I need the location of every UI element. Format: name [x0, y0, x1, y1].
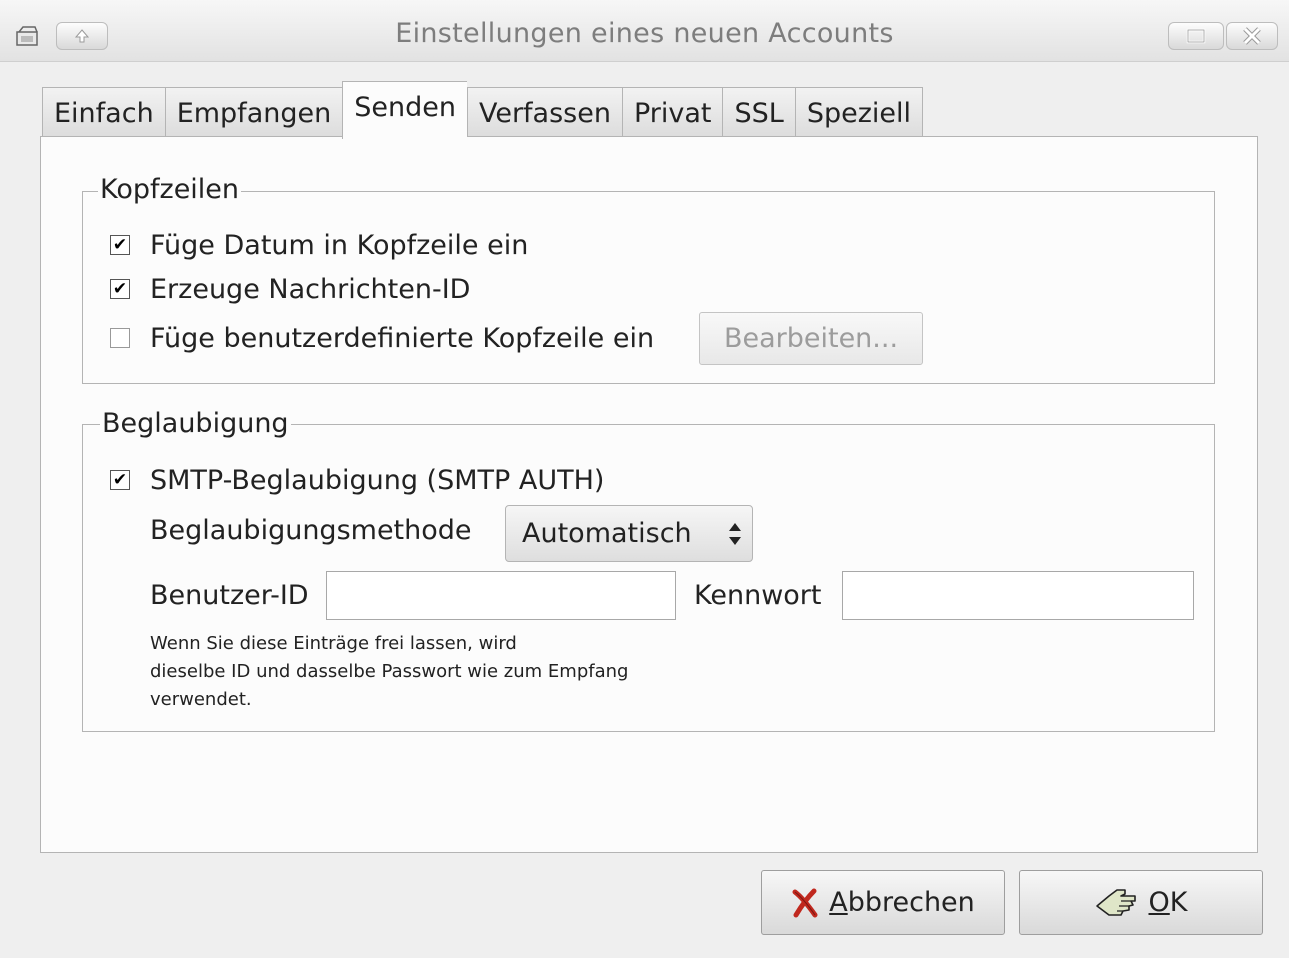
cancel-label-rest: bbrechen: [847, 887, 975, 918]
cancel-mnemonic: A: [829, 887, 848, 918]
headers-frame-legend: Kopfzeilen: [98, 174, 242, 205]
maximize-icon[interactable]: [1168, 22, 1224, 50]
gen-msgid-checkbox[interactable]: ✔: [110, 279, 130, 299]
tab-einfach[interactable]: Einfach: [42, 87, 165, 139]
cancel-x-icon: [791, 888, 819, 918]
title-bar: Einstellungen eines neuen Accounts: [0, 0, 1289, 62]
tab-senden[interactable]: Senden: [342, 81, 467, 139]
add-date-label: Füge Datum in Kopfzeile ein: [150, 229, 529, 261]
cancel-button-label: Abbrechen: [829, 887, 975, 918]
add-date-checkbox[interactable]: ✔: [110, 235, 130, 255]
ok-button-label: OK: [1149, 887, 1188, 918]
gen-msgid-label: Erzeuge Nachrichten-ID: [150, 273, 471, 305]
password-field[interactable]: [842, 571, 1194, 620]
tab-verfassen[interactable]: Verfassen: [466, 87, 622, 139]
cancel-button[interactable]: Abbrechen: [761, 870, 1005, 935]
ok-button[interactable]: OK: [1019, 870, 1263, 935]
add-date-row: ✔ Füge Datum in Kopfzeile ein: [110, 228, 528, 262]
auth-method-select[interactable]: Automatisch: [505, 505, 753, 562]
password-label: Kennwort: [694, 580, 822, 611]
tab-ssl[interactable]: SSL: [722, 87, 795, 139]
custom-header-row: Füge benutzerdefinierte Kopfzeile ein: [110, 321, 654, 355]
user-id-label: Benutzer-ID: [150, 580, 309, 611]
gen-msgid-row: ✔ Erzeuge Nachrichten-ID: [110, 272, 470, 306]
tab-bar: Einfach Empfangen Senden Verfassen Priva…: [42, 81, 923, 139]
tab-empfangen[interactable]: Empfangen: [164, 87, 343, 139]
auth-method-label: Beglaubigungsmethode: [150, 515, 472, 546]
custom-header-checkbox[interactable]: [110, 328, 130, 348]
auth-hint-line: Wenn Sie diese Einträge frei lassen, wir…: [150, 633, 517, 654]
updown-arrow-icon: [728, 506, 742, 561]
ok-label-rest: K: [1169, 887, 1188, 918]
smtp-auth-label: SMTP-Beglaubigung (SMTP AUTH): [150, 464, 605, 496]
auth-hint-line: dieselbe ID und dasselbe Passwort wie zu…: [150, 661, 629, 682]
ok-hand-icon: [1095, 886, 1139, 920]
close-icon[interactable]: [1226, 22, 1278, 50]
ok-mnemonic: O: [1148, 887, 1170, 918]
auth-hint-text: Wenn Sie diese Einträge frei lassen, wir…: [150, 630, 800, 714]
edit-header-button[interactable]: Bearbeiten...: [699, 312, 923, 365]
smtp-auth-row: ✔ SMTP-Beglaubigung (SMTP AUTH): [110, 463, 604, 497]
user-id-field[interactable]: [326, 571, 676, 620]
tab-privat[interactable]: Privat: [621, 87, 723, 139]
smtp-auth-checkbox[interactable]: ✔: [110, 470, 130, 490]
auth-hint-line: verwendet.: [150, 689, 252, 710]
custom-header-label: Füge benutzerdefinierte Kopfzeile ein: [150, 322, 655, 354]
tab-speziell[interactable]: Speziell: [794, 87, 923, 139]
window-title: Einstellungen eines neuen Accounts: [395, 18, 894, 49]
auth-method-value: Automatisch: [522, 518, 692, 549]
auth-frame-legend: Beglaubigung: [100, 408, 291, 439]
